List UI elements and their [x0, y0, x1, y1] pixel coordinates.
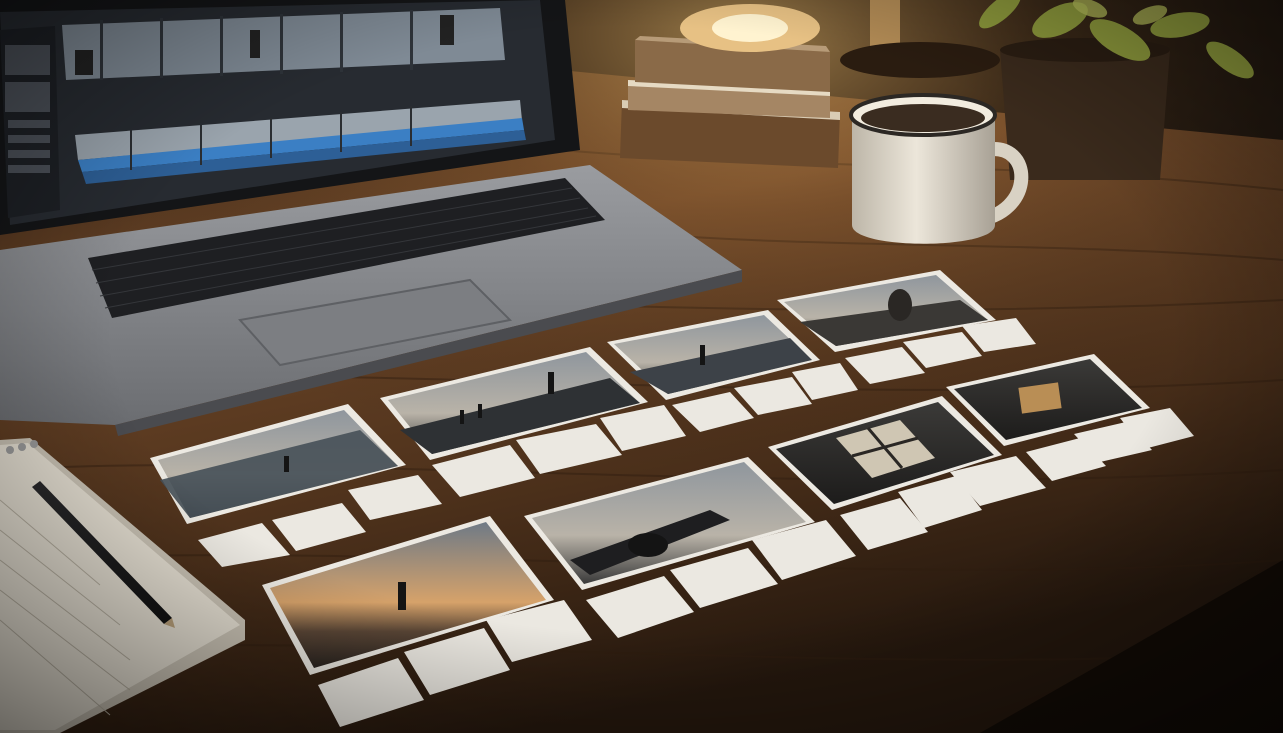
desk-scene	[0, 0, 1283, 733]
vignette	[0, 0, 1283, 733]
scene-illustration	[0, 0, 1283, 733]
